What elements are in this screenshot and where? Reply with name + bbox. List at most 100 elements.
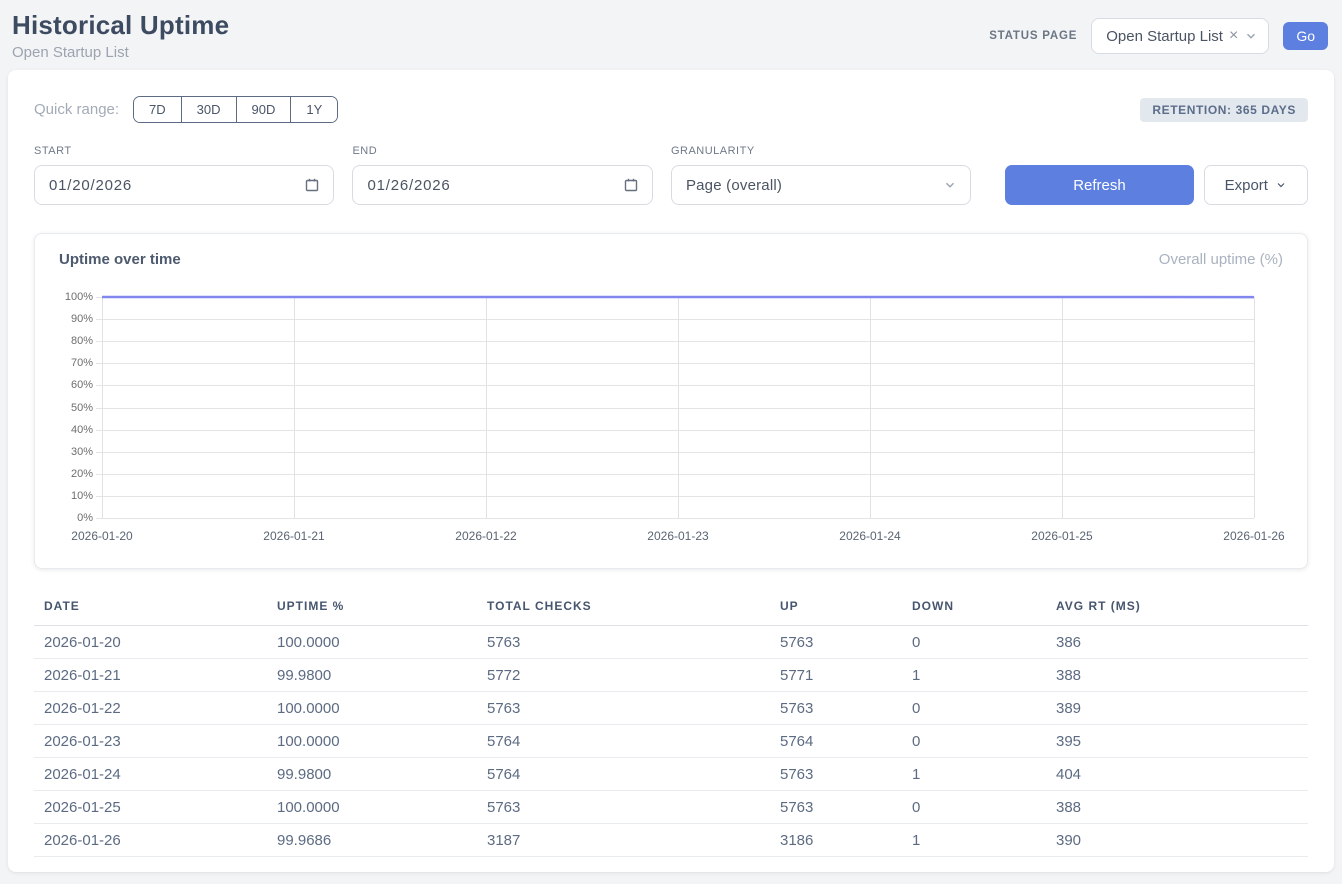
page-subtitle: Open Startup List (12, 44, 229, 61)
clear-selection-icon[interactable]: × (1229, 28, 1238, 44)
table-cell: 404 (1056, 758, 1308, 791)
granularity-label: GRANULARITY (671, 145, 971, 157)
end-date-field-group: END 01/26/2026 (352, 145, 652, 205)
uptime-stats-table: DATEUPTIME %TOTAL CHECKSUPDOWNAVG RT (MS… (34, 593, 1308, 857)
column-header-avg-rt-ms: AVG RT (MS) (1056, 593, 1308, 626)
table-cell: 5772 (487, 659, 780, 692)
export-button[interactable]: Export (1204, 165, 1308, 205)
retention-badge: RETENTION: 365 DAYS (1140, 98, 1308, 122)
table-cell: 100.0000 (277, 692, 487, 725)
table-cell: 5763 (487, 626, 780, 659)
main-panel: Quick range: 7D30D90D1Y RETENTION: 365 D… (8, 70, 1334, 872)
calendar-icon[interactable] (304, 177, 320, 193)
table-cell: 1 (912, 758, 1056, 791)
x-axis-tick-label: 2026-01-23 (647, 529, 708, 543)
quick-range-30d-button[interactable]: 30D (181, 97, 236, 122)
column-header-date: DATE (34, 593, 277, 626)
table-cell: 5763 (487, 692, 780, 725)
uptime-chart-card: Uptime over time Overall uptime (%) 0%10… (34, 233, 1308, 569)
column-header-up: UP (780, 593, 912, 626)
page-title: Historical Uptime (12, 10, 229, 41)
filter-form-row: START 01/20/2026 END 01/26/2026 GRANULAR… (34, 145, 1308, 205)
y-axis-tick-label: 70% (71, 357, 93, 369)
status-page-controls: STATUS PAGE Open Startup List × Go (989, 18, 1328, 54)
quick-range-90d-button[interactable]: 90D (236, 97, 291, 122)
uptime-line-series (102, 297, 1254, 518)
table-cell: 5763 (780, 791, 912, 824)
y-axis-tick-label: 90% (71, 313, 93, 325)
table-cell: 5764 (487, 758, 780, 791)
x-axis-tick-label: 2026-01-21 (263, 529, 324, 543)
chart-x-axis-labels: 2026-01-202026-01-212026-01-222026-01-23… (102, 529, 1254, 545)
quick-range-1y-button[interactable]: 1Y (290, 97, 337, 122)
x-axis-tick-label: 2026-01-25 (1031, 529, 1092, 543)
y-axis-tick-label: 0% (77, 512, 93, 524)
table-cell: 1 (912, 824, 1056, 857)
column-header-total-checks: TOTAL CHECKS (487, 593, 780, 626)
table-row: 2026-01-2199.9800577257711388 (34, 659, 1308, 692)
table-cell: 2026-01-23 (34, 725, 277, 758)
table-row: 2026-01-25100.0000576357630388 (34, 791, 1308, 824)
table-cell: 0 (912, 692, 1056, 725)
table-cell: 3187 (487, 824, 780, 857)
table-row: 2026-01-22100.0000576357630389 (34, 692, 1308, 725)
chevron-down-icon (1275, 179, 1287, 191)
table-cell: 5763 (780, 692, 912, 725)
table-cell: 395 (1056, 725, 1308, 758)
start-date-input[interactable]: 01/20/2026 (34, 165, 334, 205)
table-cell: 3186 (780, 824, 912, 857)
status-page-select-value: Open Startup List (1106, 28, 1223, 45)
table-cell: 2026-01-25 (34, 791, 277, 824)
export-button-label: Export (1225, 177, 1268, 194)
y-axis-tick-label: 20% (71, 468, 93, 480)
chart-legend: Overall uptime (%) (1159, 251, 1283, 268)
chevron-down-icon (1244, 29, 1258, 43)
granularity-select[interactable]: Page (overall) (671, 165, 971, 205)
x-axis-tick-label: 2026-01-22 (455, 529, 516, 543)
table-row: 2026-01-2699.9686318731861390 (34, 824, 1308, 857)
table-cell: 0 (912, 791, 1056, 824)
top-header: Historical Uptime Open Startup List STAT… (0, 0, 1342, 62)
x-axis-tick-label: 2026-01-26 (1223, 529, 1284, 543)
y-axis-tick-label: 80% (71, 335, 93, 347)
granularity-value: Page (overall) (686, 177, 782, 194)
table-cell: 0 (912, 725, 1056, 758)
table-cell: 2026-01-22 (34, 692, 277, 725)
table-body: 2026-01-20100.00005763576303862026-01-21… (34, 626, 1308, 857)
title-block: Historical Uptime Open Startup List (12, 10, 229, 61)
v-gridline (1254, 297, 1255, 518)
table-cell: 99.9686 (277, 824, 487, 857)
table-cell: 99.9800 (277, 659, 487, 692)
end-date-label: END (352, 145, 652, 157)
x-axis-tick-label: 2026-01-24 (839, 529, 900, 543)
table-cell: 5764 (487, 725, 780, 758)
table-cell: 388 (1056, 659, 1308, 692)
table-row: 2026-01-2499.9800576457631404 (34, 758, 1308, 791)
y-axis-tick-label: 10% (71, 490, 93, 502)
table-header-row: DATEUPTIME %TOTAL CHECKSUPDOWNAVG RT (MS… (34, 593, 1308, 626)
start-date-value: 01/20/2026 (49, 177, 132, 194)
column-header-uptime: UPTIME % (277, 593, 487, 626)
start-date-field-group: START 01/20/2026 (34, 145, 334, 205)
calendar-icon[interactable] (623, 177, 639, 193)
x-axis-tick-label: 2026-01-20 (71, 529, 132, 543)
start-date-label: START (34, 145, 334, 157)
end-date-input[interactable]: 01/26/2026 (352, 165, 652, 205)
table-cell: 5763 (780, 758, 912, 791)
table-row: 2026-01-20100.0000576357630386 (34, 626, 1308, 659)
table-cell: 2026-01-21 (34, 659, 277, 692)
table-cell: 100.0000 (277, 791, 487, 824)
table-cell: 100.0000 (277, 626, 487, 659)
h-gridline (96, 518, 1254, 519)
table-cell: 99.9800 (277, 758, 487, 791)
end-date-value: 01/26/2026 (367, 177, 450, 194)
go-button[interactable]: Go (1283, 22, 1328, 50)
quick-range-7d-button[interactable]: 7D (134, 97, 181, 122)
quick-range-row: Quick range: 7D30D90D1Y RETENTION: 365 D… (34, 96, 1308, 123)
status-page-select[interactable]: Open Startup List × (1091, 18, 1269, 54)
refresh-button[interactable]: Refresh (1005, 165, 1193, 205)
y-axis-tick-label: 30% (71, 446, 93, 458)
table-cell: 2026-01-20 (34, 626, 277, 659)
table-cell: 100.0000 (277, 725, 487, 758)
table-cell: 388 (1056, 791, 1308, 824)
